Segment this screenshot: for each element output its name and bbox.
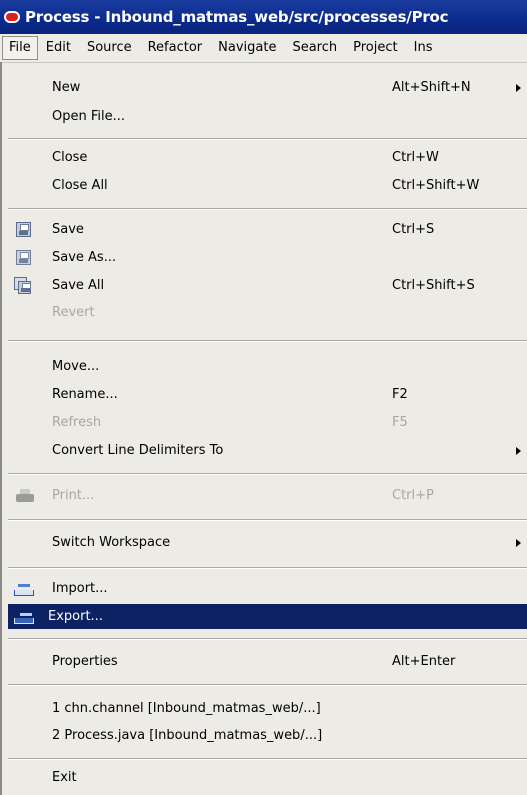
menu-item-label: Move... (52, 359, 100, 374)
save-icon (16, 222, 31, 237)
window-left-edge (0, 62, 2, 795)
menu-item-label: Import... (52, 581, 108, 596)
menu-item-label: Close All (52, 178, 108, 193)
title-bar: Process - Inbound_matmas_web/src/process… (0, 0, 527, 34)
save-as-icon (16, 250, 31, 265)
menu-item-label: Export... (48, 609, 103, 624)
menu-insert[interactable]: Ins (406, 37, 441, 59)
menu-separator (8, 340, 527, 342)
menu-item-switch-workspace[interactable]: Switch Workspace (8, 530, 527, 555)
menu-item-move[interactable]: Move... (8, 354, 527, 379)
menu-item-label: Save (52, 222, 84, 237)
menu-item-save[interactable]: Save Ctrl+S (8, 217, 527, 242)
menu-item-label: Revert (52, 305, 95, 320)
app-icon (4, 11, 20, 23)
menu-item-label: Save As... (52, 250, 117, 265)
menu-item-label: Switch Workspace (52, 535, 171, 550)
menu-item-label: 1 chn.channel [Inbound_matmas_web/...] (52, 701, 321, 716)
menu-item-new[interactable]: New Alt+Shift+N (8, 75, 527, 100)
menu-item-revert: Revert (8, 300, 527, 325)
menu-search[interactable]: Search (284, 37, 345, 59)
window-title: Process - Inbound_matmas_web/src/process… (25, 8, 449, 26)
export-icon (14, 610, 36, 624)
menu-navigate[interactable]: Navigate (210, 37, 284, 59)
menu-item-convert-line-delimiters[interactable]: Convert Line Delimiters To (8, 438, 527, 463)
file-dropdown-menu: New Alt+Shift+N Open File... Close Ctrl+… (8, 63, 527, 795)
menu-item-export[interactable]: Export... (8, 604, 527, 629)
menu-item-print: Print... Ctrl+P (8, 483, 527, 508)
menu-separator (8, 138, 527, 140)
menu-item-rename[interactable]: Rename... F2 (8, 382, 527, 407)
menu-item-refresh: Refresh F5 (8, 410, 527, 435)
menu-item-label: Open File... (52, 109, 126, 124)
menu-refactor[interactable]: Refactor (140, 37, 211, 59)
menu-item-shortcut: Ctrl+P (392, 488, 434, 503)
menu-separator (8, 567, 527, 569)
menu-item-label: Refresh (52, 415, 102, 430)
menu-item-properties[interactable]: Properties Alt+Enter (8, 649, 527, 674)
menu-item-shortcut: Ctrl+W (392, 150, 439, 165)
menu-separator (8, 519, 527, 521)
menu-item-label: Save All (52, 278, 105, 293)
menu-item-recent-file-2[interactable]: 2 Process.java [Inbound_matmas_web/...] (8, 723, 527, 748)
menu-item-import[interactable]: Import... (8, 576, 527, 601)
menu-separator (8, 208, 527, 210)
menu-item-label: Rename... (52, 387, 118, 402)
menu-item-close-all[interactable]: Close All Ctrl+Shift+W (8, 173, 527, 198)
menu-bar: File Edit Source Refactor Navigate Searc… (0, 34, 527, 63)
menu-item-open-file[interactable]: Open File... (8, 104, 527, 129)
menu-item-shortcut: F2 (392, 387, 408, 402)
menu-item-recent-file-1[interactable]: 1 chn.channel [Inbound_matmas_web/...] (8, 696, 527, 721)
menu-file[interactable]: File (2, 36, 38, 60)
submenu-arrow-icon (516, 83, 521, 92)
menu-item-shortcut: F5 (392, 415, 408, 430)
menu-item-label: Exit (52, 770, 77, 785)
menu-item-save-all[interactable]: Save All Ctrl+Shift+S (8, 273, 527, 298)
menu-item-shortcut: Ctrl+Shift+S (392, 278, 475, 293)
menu-separator (8, 638, 527, 640)
menu-item-label: Convert Line Delimiters To (52, 443, 224, 458)
menu-item-exit[interactable]: Exit (8, 765, 527, 790)
eclipse-window: Process - Inbound_matmas_web/src/process… (0, 0, 527, 795)
menu-item-label: Print... (52, 488, 95, 503)
menu-source[interactable]: Source (79, 37, 140, 59)
printer-icon (16, 488, 34, 503)
menu-item-shortcut: Alt+Shift+N (392, 80, 471, 95)
menu-item-label: New (52, 80, 81, 95)
menu-item-save-as[interactable]: Save As... (8, 245, 527, 270)
menu-separator (8, 473, 527, 475)
save-all-icon (18, 281, 31, 294)
submenu-arrow-icon (516, 446, 521, 455)
menu-separator (8, 758, 527, 760)
menu-item-shortcut: Ctrl+S (392, 222, 435, 237)
menu-item-shortcut: Ctrl+Shift+W (392, 178, 480, 193)
submenu-arrow-icon (516, 538, 521, 547)
menu-item-label: Close (52, 150, 88, 165)
menu-separator (8, 684, 527, 686)
import-icon (14, 582, 36, 596)
menu-item-close[interactable]: Close Ctrl+W (8, 145, 527, 170)
menu-project[interactable]: Project (345, 37, 405, 59)
menu-edit[interactable]: Edit (38, 37, 79, 59)
menu-item-label: Properties (52, 654, 118, 669)
menu-item-label: 2 Process.java [Inbound_matmas_web/...] (52, 728, 323, 743)
menu-item-shortcut: Alt+Enter (392, 654, 456, 669)
